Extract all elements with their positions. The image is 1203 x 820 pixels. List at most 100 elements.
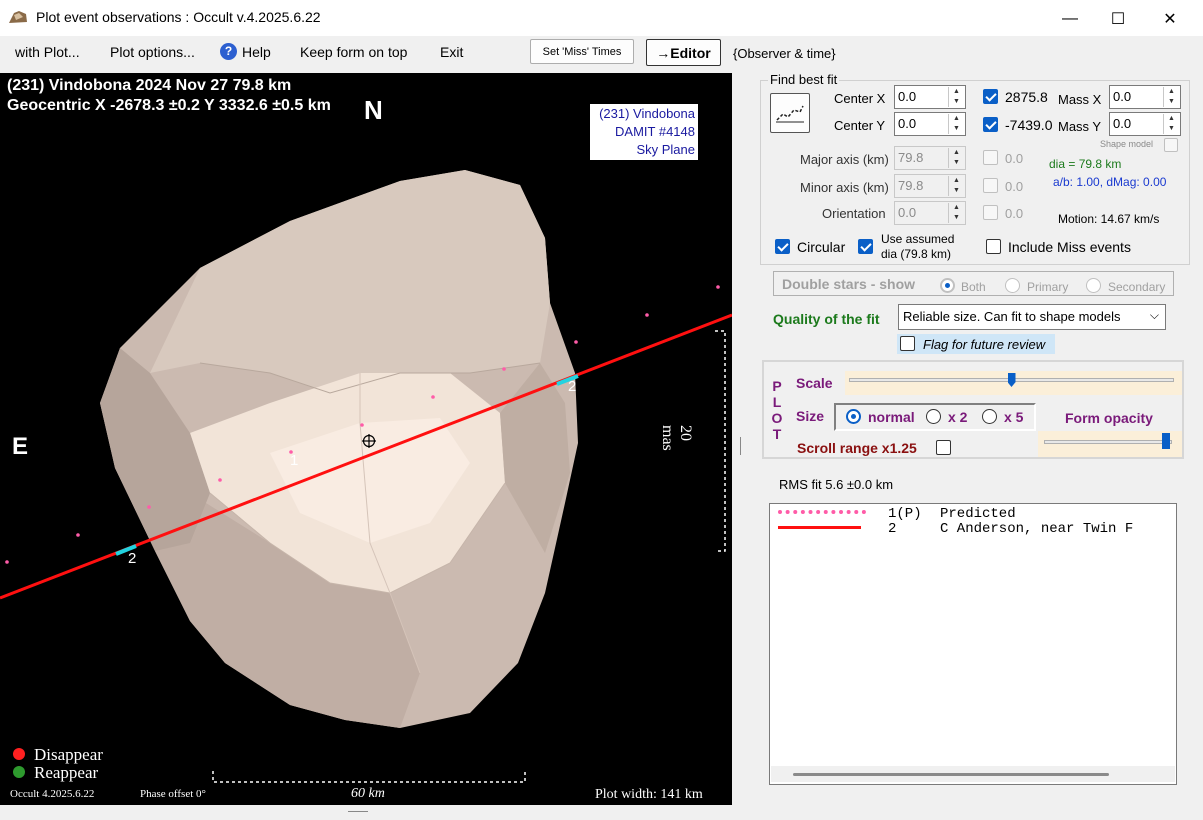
bottom-splitter-handle[interactable] [348, 811, 368, 813]
chord-num: 2 [888, 521, 897, 537]
fit-graph-icon [776, 105, 804, 123]
size-x5-radio[interactable] [982, 409, 997, 424]
horizontal-scrollbar[interactable] [771, 766, 1175, 782]
center-x-spinner[interactable]: ▲ ▼ [948, 87, 964, 107]
y-offset-checkbox[interactable] [983, 117, 998, 132]
scale-right-label: 20 mas [659, 425, 694, 451]
close-button[interactable]: ✕ [1148, 6, 1192, 32]
footer-phase: Phase offset 0° [140, 788, 206, 800]
center-y-spinner[interactable]: ▲ ▼ [948, 114, 964, 134]
plot-letter: P [772, 378, 782, 394]
size-label: Size [796, 408, 825, 424]
mass-x-spinner[interactable]: ▲ ▼ [1163, 87, 1179, 107]
minor-axis-value: 79.8 [898, 178, 924, 193]
help-icon[interactable]: ? [220, 43, 237, 60]
chord-list[interactable]: 1(P) Predicted 2 C Anderson, near Twin F [769, 503, 1177, 785]
plot-area[interactable]: (231) Vindobona 2024 Nov 27 79.8 km Geoc… [0, 73, 732, 805]
scroll-range-checkbox[interactable] [936, 440, 951, 455]
set-miss-times-button[interactable]: Set 'Miss' Times [530, 39, 634, 64]
use-assumed-line1: Use assumed [881, 232, 955, 246]
rms-fit-text: RMS fit 5.6 ±0.0 km [779, 477, 894, 492]
motion-text: Motion: 14.67 km/s [1058, 212, 1160, 226]
menu-with-plot[interactable]: with Plot... [15, 44, 80, 60]
scale-label: Scale [796, 375, 833, 391]
scale-slider[interactable] [845, 371, 1182, 395]
mass-y-input[interactable]: 0.0 ▲ ▼ [1109, 112, 1181, 136]
minimize-button[interactable]: — [1048, 6, 1092, 32]
maximize-button[interactable]: ☐ [1096, 6, 1140, 32]
menu-keep-on-top[interactable]: Keep form on top [300, 44, 407, 60]
minor-axis-input[interactable]: 79.8 ▲ ▼ [894, 174, 966, 198]
plot-vertical-label: P L O T [770, 378, 784, 442]
plot-letter: O [771, 410, 783, 426]
x-offset-checkbox[interactable] [983, 89, 998, 104]
north-label: N [364, 95, 383, 125]
circular-label: Circular [797, 239, 846, 255]
scale-bar-bottom [212, 771, 526, 783]
major-axis-checkbox[interactable] [983, 150, 998, 165]
chord-name: C Anderson, near Twin F [940, 521, 1134, 537]
menu-plot-options[interactable]: Plot options... [110, 44, 195, 60]
editor-button[interactable]: →Editor [646, 39, 721, 66]
double-primary-radio[interactable] [1005, 278, 1020, 293]
major-axis-delta: 0.0 [1005, 151, 1024, 166]
orientation-input[interactable]: 0.0 ▲ ▼ [894, 201, 966, 225]
circular-checkbox[interactable] [775, 239, 790, 254]
size-normal-radio[interactable] [846, 409, 861, 424]
minor-axis-delta: 0.0 [1005, 179, 1024, 194]
menu-exit[interactable]: Exit [440, 44, 463, 60]
info-box-line: (231) Vindobona [599, 106, 695, 121]
footer-plot-width: Plot width: 141 km [595, 787, 703, 802]
use-assumed-checkbox[interactable] [858, 239, 873, 254]
minor-axis-label: Minor axis (km) [800, 180, 889, 195]
include-miss-checkbox[interactable] [986, 239, 1001, 254]
opacity-slider-track [1044, 440, 1172, 444]
scrollbar-thumb[interactable] [793, 773, 1109, 776]
splitter-handle[interactable] [740, 437, 742, 455]
double-secondary-radio[interactable] [1086, 278, 1101, 293]
size-normal-label: normal [868, 409, 915, 425]
minor-axis-spinner[interactable]: ▲ ▼ [948, 176, 964, 196]
orientation-spinner[interactable]: ▲ ▼ [948, 203, 964, 223]
mass-x-value: 0.0 [1113, 89, 1132, 104]
window-title: Plot event observations : Occult v.4.202… [36, 9, 321, 25]
double-primary-label: Primary [1027, 280, 1069, 294]
major-axis-value: 79.8 [898, 150, 924, 165]
fit-button[interactable] [770, 93, 810, 133]
mass-y-spinner[interactable]: ▲ ▼ [1163, 114, 1179, 134]
size-x2-radio[interactable] [926, 409, 941, 424]
opacity-slider[interactable] [1038, 431, 1182, 457]
chord-label-2-right: 2 [568, 378, 577, 395]
center-x-label: Center X [834, 91, 886, 106]
minor-axis-checkbox[interactable] [983, 178, 998, 193]
form-opacity-label: Form opacity [1065, 410, 1153, 426]
double-secondary-label: Secondary [1108, 280, 1166, 294]
quality-dropdown[interactable]: Reliable size. Can fit to shape models ⌵ [898, 304, 1166, 330]
scale-bottom-label: 60 km [351, 786, 385, 801]
double-both-radio[interactable] [940, 278, 955, 293]
menu-help[interactable]: Help [242, 44, 271, 60]
scale-slider-thumb[interactable] [1007, 373, 1016, 387]
double-both-label: Both [961, 280, 986, 294]
orientation-checkbox[interactable] [983, 205, 998, 220]
find-best-fit-title: Find best fit [768, 72, 840, 87]
plot-header-line1: (231) Vindobona 2024 Nov 27 79.8 km [7, 77, 292, 94]
double-stars-label: Double stars - show [782, 276, 916, 292]
mass-x-input[interactable]: 0.0 ▲ ▼ [1109, 85, 1181, 109]
major-axis-spinner[interactable]: ▲ ▼ [948, 148, 964, 168]
orientation-value: 0.0 [898, 205, 917, 220]
flag-review-checkbox[interactable] [900, 336, 915, 351]
major-axis-label: Major axis (km) [800, 152, 889, 167]
major-axis-input[interactable]: 79.8 ▲ ▼ [894, 146, 966, 170]
info-box-line: Sky Plane [636, 142, 695, 157]
scale-bar-right [715, 330, 726, 552]
list-item[interactable]: 2 C Anderson, near Twin F [770, 520, 1176, 537]
center-y-value: 0.0 [898, 116, 917, 131]
center-x-input[interactable]: 0.0 ▲ ▼ [894, 85, 966, 109]
size-x5-label: x 5 [1004, 409, 1024, 425]
disappear-legend-dot [13, 748, 25, 760]
center-y-input[interactable]: 0.0 ▲ ▼ [894, 112, 966, 136]
shape-model-checkbox[interactable] [1164, 138, 1178, 152]
observer-time-label[interactable]: {Observer & time} [733, 46, 836, 61]
opacity-slider-thumb[interactable] [1161, 433, 1170, 449]
